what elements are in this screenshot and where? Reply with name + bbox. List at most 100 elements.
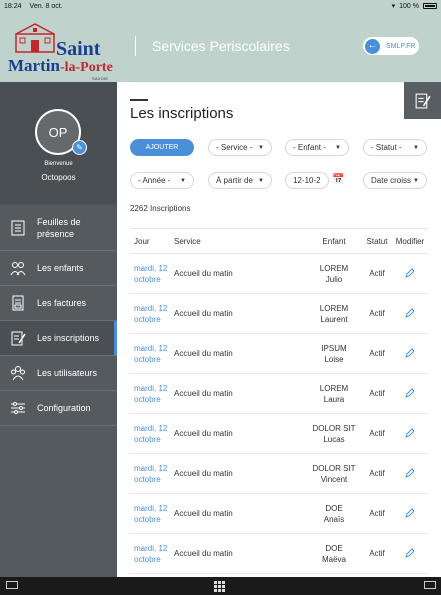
table-row[interactable]: mardi, 12 octobre Accueil du matin DOE Anaïs… (130, 494, 428, 534)
apps-grid-icon[interactable] (214, 581, 225, 592)
chevron-down-icon: ▼ (335, 144, 341, 151)
chevron-down-icon: ▼ (258, 144, 264, 151)
pencil-icon (405, 547, 415, 558)
row-date-day: mardi, 12 (134, 263, 168, 273)
window-icon[interactable] (424, 581, 436, 589)
profile-panel: OP ✎ Bienvenue Octopoos (0, 82, 117, 205)
row-date[interactable]: mardi, 12 octobre (130, 383, 174, 405)
chevron-down-icon: ▼ (413, 177, 419, 184)
row-enfant: DOLOR SIT Vincent (306, 463, 362, 485)
logo-text-la-porte: -la-Porte (59, 60, 113, 75)
row-modify-button[interactable] (392, 427, 428, 440)
row-date[interactable]: mardi, 12 octobre (130, 263, 174, 285)
chevron-down-icon: ▼ (258, 177, 264, 184)
table-row[interactable]: mardi, 12 octobre Accueil du matin LOREM Jul… (130, 254, 428, 294)
row-modify-button[interactable] (392, 307, 428, 320)
row-service: Accueil du matin (174, 349, 233, 358)
service-filter-select[interactable]: - Service - ▼ (208, 139, 272, 156)
status-date: Ven. 8 oct. (29, 2, 63, 10)
row-service: Accueil du matin (174, 269, 233, 278)
annee-filter-select[interactable]: - Année - ▼ (130, 172, 194, 189)
row-modify-button[interactable] (392, 267, 428, 280)
table-row[interactable]: mardi, 12 octobre Accueil du matin DOE Maëva… (130, 534, 428, 574)
row-date-day: mardi, 12 (134, 383, 168, 393)
column-header-jour: Jour (134, 236, 150, 246)
export-list-button[interactable] (404, 82, 441, 119)
row-enfant-nom: LOREM (319, 383, 349, 393)
row-modify-button[interactable] (392, 507, 428, 520)
logo-text-savoie: SAVOIE (92, 76, 109, 81)
sidebar-item-configuration[interactable]: Configuration (0, 391, 117, 426)
bottom-dock (0, 577, 441, 595)
table-row[interactable]: mardi, 12 octobre Accueil du matin DOLOR SI… (130, 454, 428, 494)
add-button[interactable]: AJOUTER (130, 139, 194, 156)
invoice-icon (12, 295, 24, 311)
town-hall-icon (15, 23, 55, 53)
wifi-icon: ▾ (391, 3, 396, 10)
row-modify-button[interactable] (392, 387, 428, 400)
sidebar-item-utilisateurs[interactable]: Les utilisateurs (0, 356, 117, 391)
row-date[interactable]: mardi, 12 octobre (130, 463, 174, 485)
statut-filter-select[interactable]: - Statut - ▼ (363, 139, 427, 156)
row-statut: Actif (369, 509, 385, 518)
app-screen: 18:24 Ven. 8 oct. ▾ 100 % Saint Martin-l… (0, 0, 441, 595)
sidebar-item-label: Les enfants (37, 263, 84, 273)
sidebar-item-label: Configuration (37, 403, 91, 413)
row-enfant-prenom: Laura (323, 394, 345, 404)
sidebar-item-inscriptions[interactable]: Les inscriptions (0, 321, 117, 356)
row-date-month: octobre (134, 274, 161, 284)
row-modify-button[interactable] (392, 547, 428, 560)
table-row[interactable]: mardi, 12 octobre Accueil du matin DOLOR SI… (130, 414, 428, 454)
chevron-down-icon: ▼ (413, 144, 419, 151)
sidebar-item-feuilles-de-presence[interactable]: Feuilles de présence (0, 206, 117, 251)
sidebar-item-label: Feuilles de présence (37, 216, 81, 240)
smlp-link-button[interactable]: ← SMLP.FR (363, 37, 419, 55)
table-row[interactable]: mardi, 12 octobre Accueil du matin LOREM Lau… (130, 294, 428, 334)
edit-avatar-pencil-icon[interactable]: ✎ (72, 140, 87, 155)
calendar-icon[interactable]: 📅 (332, 174, 344, 186)
row-statut: Actif (369, 469, 385, 478)
row-enfant-nom: DOLOR SIT (312, 423, 356, 433)
title-accent-bar (130, 99, 148, 101)
row-date[interactable]: mardi, 12 octobre (130, 543, 174, 565)
row-enfant-prenom: Anaïs (323, 514, 345, 524)
column-header-statut: Statut (366, 236, 388, 246)
annee-filter-value: - Année - (138, 176, 171, 185)
column-header-enfant: Enfant (322, 236, 346, 246)
row-modify-button[interactable] (392, 467, 428, 480)
row-modify-button[interactable] (392, 347, 428, 360)
row-date[interactable]: mardi, 12 octobre (130, 503, 174, 525)
a-partir-de-select[interactable]: À partir de ▼ (208, 172, 272, 189)
town-logo[interactable]: Saint Martin-la-Porte SAVOIE (8, 22, 118, 82)
battery-icon (423, 3, 437, 9)
row-statut: Actif (369, 389, 385, 398)
row-date[interactable]: mardi, 12 octobre (130, 423, 174, 445)
sort-select[interactable]: Date croissante▼ (363, 172, 427, 189)
window-icon[interactable] (6, 581, 18, 589)
row-enfant: DOE Maëva (306, 543, 362, 565)
row-service: Accueil du matin (174, 469, 233, 478)
row-date[interactable]: mardi, 12 octobre (130, 343, 174, 365)
row-service: Accueil du matin (174, 429, 233, 438)
row-enfant: DOE Anaïs (306, 503, 362, 525)
sidebar-item-enfants[interactable]: Les enfants (0, 251, 117, 286)
pencil-icon (405, 347, 415, 358)
row-enfant-nom: IPSUM (321, 343, 347, 353)
row-enfant-prenom: Loise (324, 354, 344, 364)
main-content: Les inscriptions AJOUTER - Service - ▼ - … (117, 82, 441, 577)
children-icon (10, 262, 26, 276)
sidebar-item-factures[interactable]: Les factures (0, 286, 117, 321)
attendance-sheet-icon (11, 220, 25, 236)
row-date[interactable]: mardi, 12 octobre (130, 303, 174, 325)
date-input[interactable]: 12-10-2 (285, 172, 329, 189)
table-row[interactable]: mardi, 12 octobre Accueil du matin IPSUM Loi… (130, 334, 428, 374)
registration-icon (11, 331, 26, 346)
enfant-filter-select[interactable]: - Enfant - ▼ (285, 139, 349, 156)
row-enfant-nom: LOREM (319, 303, 349, 313)
service-filter-value: - Service - (216, 143, 253, 152)
row-date-month: octobre (134, 354, 161, 364)
status-time: 18:24 (4, 2, 22, 10)
table-row[interactable]: mardi, 12 octobre Accueil du matin LOREM Lau… (130, 374, 428, 414)
pencil-icon (405, 507, 415, 518)
row-enfant-nom: DOE (325, 543, 343, 553)
